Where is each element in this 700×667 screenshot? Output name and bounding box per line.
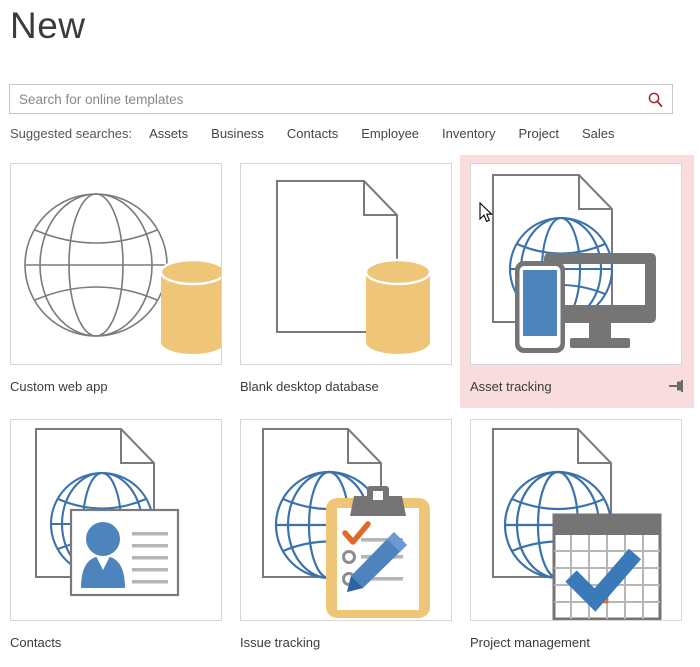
search-button[interactable] (640, 85, 670, 113)
template-tile-asset-tracking[interactable]: Asset tracking (460, 155, 694, 408)
template-label: Blank desktop database (240, 378, 379, 394)
suggested-link-assets[interactable]: Assets (149, 126, 188, 141)
avatar-head (86, 522, 120, 556)
document-cylinder-icon (276, 180, 432, 354)
search-bar[interactable] (9, 84, 673, 114)
tile-footer: Custom web app (10, 365, 224, 400)
template-thumbnail (240, 419, 452, 621)
suggested-link-sales[interactable]: Sales (582, 126, 615, 141)
template-label: Project management (470, 634, 590, 650)
calendar-icon (552, 513, 662, 620)
globe-cylinder-icon (24, 193, 221, 354)
document-globe-devices-icon (492, 174, 656, 353)
template-tile-custom-web-app[interactable]: Custom web app (0, 155, 234, 408)
search-icon (647, 91, 664, 108)
database-cylinder (159, 258, 221, 354)
document-globe-card-icon (35, 428, 180, 597)
document-globe-clipboard-icon (262, 428, 430, 618)
template-thumbnail (470, 419, 682, 621)
suggested-link-business[interactable]: Business (211, 126, 264, 141)
template-thumbnail (470, 163, 682, 365)
tile-footer: Project management (470, 621, 684, 656)
contact-card-icon (69, 508, 180, 597)
template-label: Contacts (10, 634, 62, 650)
template-label: Issue tracking (240, 634, 321, 650)
template-thumbnail (10, 163, 222, 365)
suggested-searches-label: Suggested searches: (10, 125, 133, 141)
clipboard-icon (326, 486, 430, 618)
template-tile-project-management[interactable]: Project management (460, 411, 694, 664)
page-title: New (10, 5, 86, 46)
suggested-link-inventory[interactable]: Inventory (442, 126, 495, 141)
tile-footer: Asset tracking (470, 365, 684, 400)
template-tile-contacts[interactable]: Contacts (0, 411, 234, 664)
template-grid: Custom web app Blank desktop database As… (0, 155, 700, 667)
suggested-link-project[interactable]: Project (519, 126, 559, 141)
tile-footer: Contacts (10, 621, 224, 656)
document-globe-calendar-icon (492, 428, 662, 620)
template-thumbnail (240, 163, 452, 365)
template-tile-issue-tracking[interactable]: Issue tracking (230, 411, 464, 664)
database-cylinder (364, 258, 432, 354)
search-input[interactable] (10, 85, 630, 113)
suggested-link-contacts[interactable]: Contacts (287, 126, 338, 141)
suggested-searches: Suggested searches: Assets Business Cont… (10, 124, 615, 142)
template-label: Custom web app (10, 378, 108, 394)
phone-icon (515, 261, 565, 353)
pin-icon[interactable] (668, 379, 684, 393)
suggested-link-employee[interactable]: Employee (361, 126, 419, 141)
template-tile-blank-desktop-database[interactable]: Blank desktop database (230, 155, 464, 408)
template-label: Asset tracking (470, 378, 552, 394)
template-thumbnail (10, 419, 222, 621)
tile-footer: Blank desktop database (240, 365, 454, 400)
tile-footer: Issue tracking (240, 621, 454, 656)
template-row: Contacts Issue tracking Project manageme… (0, 411, 700, 667)
template-row: Custom web app Blank desktop database As… (0, 155, 700, 411)
